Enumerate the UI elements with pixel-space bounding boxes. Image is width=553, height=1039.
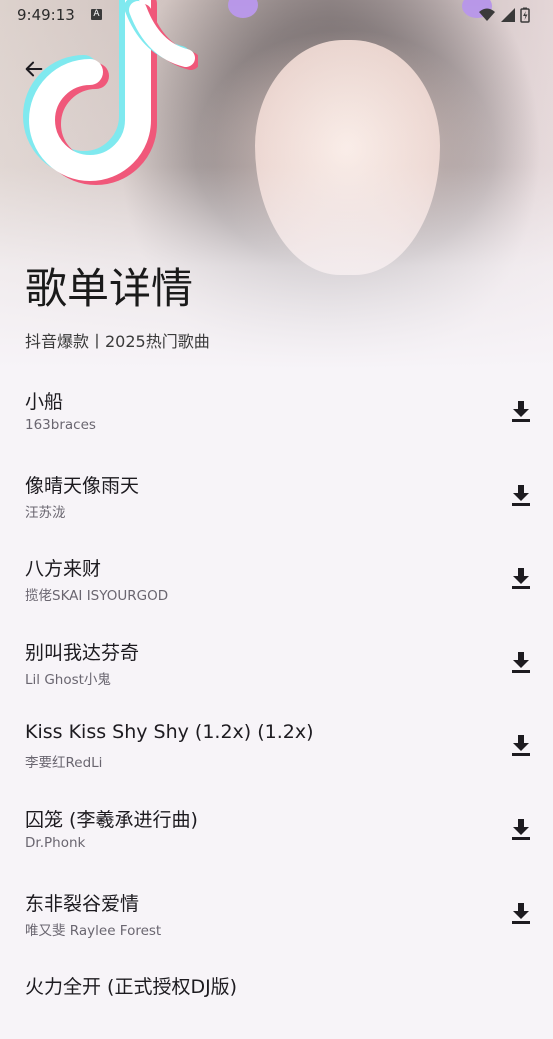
- song-title: Kiss Kiss Shy Shy (1.2x) (1.2x): [25, 721, 314, 744]
- download-icon: [512, 735, 530, 757]
- download-button[interactable]: [506, 647, 536, 677]
- notification-badge: A: [91, 9, 102, 20]
- download-icon: [512, 484, 530, 506]
- song-title: 像晴天像雨天: [25, 474, 140, 497]
- arrow-left-icon: [25, 61, 43, 77]
- song-artist: 李要红RedLi: [25, 755, 103, 772]
- song-artist: 汪苏泷: [25, 504, 66, 521]
- download-button[interactable]: [506, 814, 536, 844]
- song-row[interactable]: 火力全开 (正式授权DJ版): [0, 955, 553, 1039]
- song-title: 别叫我达芬奇: [25, 641, 140, 664]
- download-icon: [512, 568, 530, 590]
- song-title: 火力全开 (正式授权DJ版): [25, 976, 238, 999]
- download-button[interactable]: [506, 480, 536, 510]
- song-artist: 揽佬SKAI ISYOURGOD: [25, 588, 169, 605]
- wifi-icon: [479, 8, 495, 21]
- page-title: 歌单详情: [25, 264, 194, 313]
- back-button[interactable]: [18, 53, 50, 85]
- download-button[interactable]: [506, 396, 536, 426]
- download-icon: [512, 651, 530, 673]
- song-title: 东非裂谷爱情: [25, 892, 140, 915]
- playlist-subtitle: 抖音爆款丨2025热门歌曲: [25, 332, 210, 351]
- download-icon: [512, 401, 530, 422]
- battery-icon: [520, 7, 530, 23]
- song-row[interactable]: 别叫我达芬奇 Lil Ghost小鬼: [0, 621, 553, 705]
- tiktok-logo: [23, 0, 198, 185]
- song-row[interactable]: Kiss Kiss Shy Shy (1.2x) (1.2x) 李要红RedLi: [0, 704, 553, 788]
- song-row[interactable]: 像晴天像雨天 汪苏泷: [0, 454, 553, 538]
- song-artist: Lil Ghost小鬼: [25, 671, 111, 688]
- song-artist: 163braces: [25, 417, 96, 433]
- download-icon: [512, 902, 530, 924]
- song-list: 小船 163braces 像晴天像雨天 汪苏泷 八方来财 揽佬SKAI ISYO…: [0, 370, 553, 1039]
- status-time: 9:49:13: [17, 6, 75, 24]
- song-row[interactable]: 囚笼 (李羲承进行曲) Dr.Phonk: [0, 788, 553, 872]
- song-artist: Dr.Phonk: [25, 834, 86, 851]
- download-button[interactable]: [506, 898, 536, 928]
- song-title: 小船: [25, 391, 64, 413]
- song-title: 八方来财: [25, 558, 102, 581]
- song-row[interactable]: 小船 163braces: [0, 370, 553, 454]
- signal-icon: [501, 8, 515, 22]
- song-title: 囚笼 (李羲承进行曲): [25, 808, 198, 831]
- download-button[interactable]: [506, 730, 536, 760]
- status-icons: [479, 7, 530, 23]
- song-row[interactable]: 八方来财 揽佬SKAI ISYOURGOD: [0, 537, 553, 621]
- song-artist: 唯又斐 Raylee Forest: [25, 922, 162, 939]
- download-button[interactable]: [506, 563, 536, 593]
- download-icon: [512, 818, 530, 840]
- song-row[interactable]: 东非裂谷爱情 唯又斐 Raylee Forest: [0, 872, 553, 956]
